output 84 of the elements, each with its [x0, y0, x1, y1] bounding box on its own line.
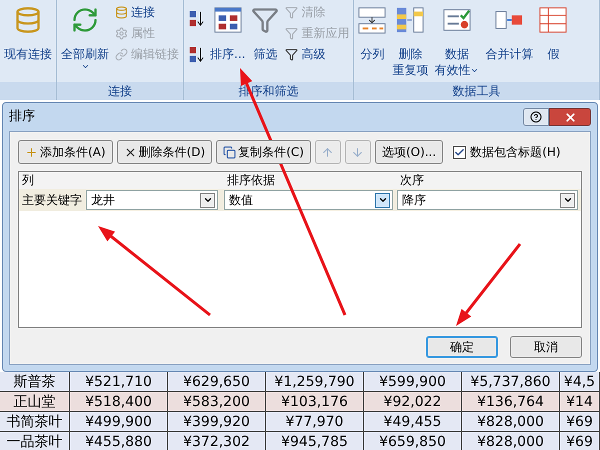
toolbar-button[interactable]: 删除条件(D) — [116, 140, 212, 164]
dialog-button[interactable]: 取消 — [510, 336, 582, 358]
table-cell: ¥4,5 — [560, 372, 600, 391]
row-label: 主要关键字 — [22, 192, 82, 209]
group-label: 数据工具 — [354, 82, 599, 100]
column-header: 排序依据 — [226, 172, 276, 189]
table-cell: ¥14 — [560, 392, 600, 411]
close-button[interactable] — [549, 108, 591, 126]
ribbon-button[interactable]: 全部刷新 — [61, 0, 109, 71]
table-cell: ¥77,970 — [266, 412, 364, 431]
ribbon-button[interactable]: 排序... — [210, 0, 246, 62]
group-label: 连接 — [57, 82, 183, 100]
column-header: 列 — [21, 172, 35, 189]
ribbon-button[interactable]: 删除 重复项 — [392, 0, 428, 78]
sort-descending-icon[interactable] — [188, 46, 204, 64]
caret-icon — [202, 195, 212, 205]
ribbon-button[interactable]: 高级 — [285, 46, 350, 63]
ribbon-button[interactable]: 合并计算 — [485, 0, 534, 62]
table-cell: ¥828,000 — [462, 432, 560, 450]
ribbon-button[interactable]: 分列 — [358, 0, 386, 62]
table-cell: ¥92,022 — [364, 392, 462, 411]
table-cell: ¥136,764 — [462, 392, 560, 411]
filter-icon — [285, 27, 298, 40]
filter-icon — [285, 48, 298, 61]
table-cell: ¥69 — [560, 432, 600, 450]
copy-icon — [223, 146, 236, 158]
close-icon — [564, 110, 576, 124]
table-cell: ¥599,900 — [364, 372, 462, 391]
table-cell: ¥945,785 — [266, 432, 364, 450]
link-icon — [115, 48, 128, 61]
dropdown[interactable]: 龙井 — [86, 190, 218, 210]
ribbon-button[interactable]: 筛选 — [251, 0, 280, 62]
table-cell: ¥518,400 — [70, 392, 168, 411]
arrow-down-icon — [351, 146, 364, 158]
table-cell: 一品茶叶 — [0, 432, 70, 450]
header-checkbox[interactable]: 数据包含标题(H) — [453, 143, 561, 161]
help-icon — [530, 111, 542, 123]
table-cell: ¥455,880 — [70, 432, 168, 450]
ribbon-button[interactable]: 数据 有效性 — [434, 0, 480, 78]
delete-icon — [124, 146, 137, 158]
table-cell: 正山堂 — [0, 392, 70, 411]
dialog-title: 排序 — [9, 108, 35, 126]
arrow-up-icon — [321, 146, 334, 158]
table-cell: 书简茶叶 — [0, 412, 70, 431]
dropdown[interactable]: 数值 — [224, 190, 393, 210]
gear-icon — [115, 27, 128, 40]
dialog-button[interactable]: 确定 — [426, 336, 498, 358]
table-cell: ¥629,650 — [168, 372, 266, 391]
database-icon — [14, 6, 42, 34]
caret-icon — [378, 195, 388, 205]
table-cell: ¥583,200 — [168, 392, 266, 411]
filter-icon — [251, 6, 280, 34]
check-icon — [454, 146, 466, 158]
grid-icon — [539, 6, 568, 34]
table-cell: ¥521,710 — [70, 372, 168, 391]
toolbar-button[interactable]: 复制条件(C) — [216, 140, 311, 164]
toolbar-button[interactable]: 选项(O)... — [374, 140, 444, 164]
ribbon-button[interactable]: 连接 — [115, 4, 179, 21]
sort-ascending-icon[interactable] — [188, 10, 204, 28]
table-cell: ¥399,920 — [168, 412, 266, 431]
refresh-icon — [71, 6, 99, 34]
help-button[interactable] — [523, 108, 549, 126]
sort-row[interactable]: 主要关键字 龙井 数值 降序 — [19, 189, 581, 211]
table-cell: ¥103,176 — [266, 392, 364, 411]
sort-table-icon — [214, 6, 242, 34]
table-cell: ¥69 — [560, 412, 600, 431]
toolbar-button[interactable]: 添加条件(A) — [18, 140, 113, 164]
table-cell: ¥828,000 — [462, 412, 560, 431]
remove-duplicates-icon — [396, 6, 424, 34]
split-columns-icon — [358, 6, 386, 34]
table-cell: ¥499,900 — [70, 412, 168, 431]
table-cell: ¥49,455 — [364, 412, 462, 431]
add-icon — [25, 146, 38, 158]
ribbon-button[interactable]: 假 — [539, 0, 568, 62]
table-cell: ¥5,737,860 — [462, 372, 560, 391]
table-cell: ¥659,850 — [364, 432, 462, 450]
column-header: 次序 — [399, 172, 425, 189]
database-icon — [115, 6, 128, 19]
caret-icon — [562, 195, 572, 205]
dropdown[interactable]: 降序 — [397, 190, 578, 210]
table-cell: ¥372,302 — [168, 432, 266, 450]
filter-icon — [285, 6, 298, 19]
table-cell: ¥1,259,790 — [266, 372, 364, 391]
table-cell: 斯普茶 — [0, 372, 70, 391]
